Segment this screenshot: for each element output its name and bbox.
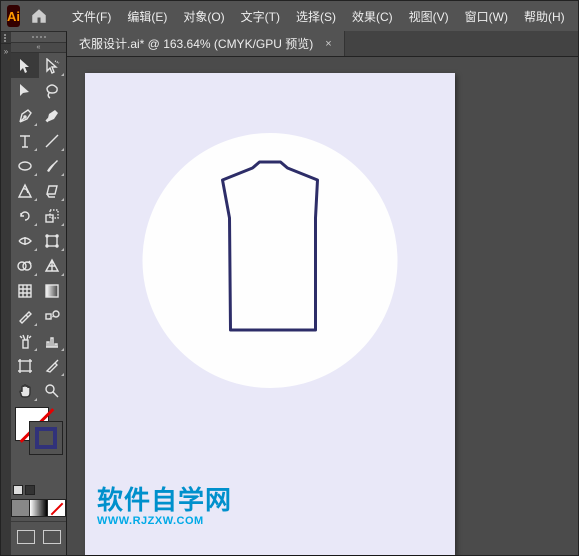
screen-mode-icon[interactable] (43, 530, 61, 544)
gradient-tool[interactable] (39, 278, 67, 303)
artboard-tool[interactable] (11, 353, 39, 378)
artboard: 软件自学网 WWW.RJZXW.COM (85, 73, 455, 555)
menu-type[interactable]: 文字(T) (233, 1, 288, 31)
tool-panel-grip[interactable] (11, 32, 66, 42)
width-tool[interactable] (11, 228, 39, 253)
document-tab[interactable]: 衣服设计.ai* @ 163.64% (CMYK/GPU 预览) × (67, 31, 345, 56)
menu-edit[interactable]: 编辑(E) (119, 1, 175, 31)
document-tab-bar: 衣服设计.ai* @ 163.64% (CMYK/GPU 预览) × (67, 31, 578, 57)
zoom-tool[interactable] (39, 378, 67, 403)
stroke-swatch[interactable] (29, 421, 63, 455)
mesh-tool[interactable] (11, 278, 39, 303)
swap-default-icons (11, 485, 66, 495)
watermark: 软件自学网 WWW.RJZXW.COM (97, 480, 232, 527)
slice-tool[interactable] (39, 353, 67, 378)
direct-selection-tool[interactable] (39, 53, 67, 78)
color-modes-row (11, 499, 66, 517)
panel-dock-strip: » (1, 31, 11, 555)
column-graph-tool[interactable] (39, 328, 67, 353)
app-window: Ai 文件(F) 编辑(E) 对象(O) 文字(T) 选择(S) 效果(C) 视… (0, 0, 579, 556)
symbol-sprayer-tool[interactable] (11, 328, 39, 353)
dock-grip[interactable] (1, 32, 11, 44)
line-segment-tool[interactable] (39, 128, 67, 153)
menu-view[interactable]: 视图(V) (401, 1, 457, 31)
shaper-tool[interactable] (11, 178, 39, 203)
menu-select[interactable]: 选择(S) (288, 1, 344, 31)
main-area: 衣服设计.ai* @ 163.64% (CMYK/GPU 预览) × 软件自学网… (67, 31, 578, 555)
menu-effect[interactable]: 效果(C) (344, 1, 401, 31)
pen-tool[interactable] (11, 103, 39, 128)
menu-bar: Ai 文件(F) 编辑(E) 对象(O) 文字(T) 选择(S) 效果(C) 视… (1, 1, 578, 31)
eraser-tool[interactable] (39, 178, 67, 203)
dock-expand-icon[interactable]: » (1, 44, 11, 58)
menu-file[interactable]: 文件(F) (64, 1, 119, 31)
screen-draw-modes (11, 521, 66, 552)
canvas-area[interactable]: 软件自学网 WWW.RJZXW.COM (67, 57, 578, 555)
watermark-cn: 软件自学网 (97, 480, 232, 517)
selection-tool[interactable] (11, 53, 39, 78)
hand-tool[interactable] (11, 378, 39, 403)
type-tool[interactable] (11, 128, 39, 153)
shape-builder-tool[interactable] (11, 253, 39, 278)
app-body: » « (1, 31, 578, 555)
document-tab-title: 衣服设计.ai* @ 163.64% (CMYK/GPU 预览) (79, 35, 313, 52)
ellipse-tool[interactable] (11, 153, 39, 178)
color-mode-gradient[interactable] (29, 499, 47, 517)
default-fillstroke-icon[interactable] (13, 485, 23, 495)
artwork-vest-outline (213, 158, 328, 336)
lasso-tool[interactable] (39, 78, 67, 103)
color-mode-none[interactable] (47, 499, 66, 517)
paintbrush-tool[interactable] (39, 153, 67, 178)
color-mode-solid[interactable] (11, 499, 29, 517)
magic-wand-tool[interactable] (11, 78, 39, 103)
scale-tool[interactable] (39, 203, 67, 228)
tool-grid (11, 53, 66, 403)
fill-stroke-control[interactable] (11, 403, 66, 463)
close-icon[interactable]: × (325, 38, 331, 50)
perspective-grid-tool[interactable] (39, 253, 67, 278)
free-transform-tool[interactable] (39, 228, 67, 253)
tool-panel: « (11, 31, 67, 555)
eyedropper-tool[interactable] (11, 303, 39, 328)
home-icon[interactable] (30, 5, 48, 27)
swap-fillstroke-icon[interactable] (25, 485, 35, 495)
menu-help[interactable]: 帮助(H) (516, 1, 573, 31)
menu-object[interactable]: 对象(O) (175, 1, 232, 31)
curvature-tool[interactable] (39, 103, 67, 128)
rotate-tool[interactable] (11, 203, 39, 228)
menu-window[interactable]: 窗口(W) (457, 1, 516, 31)
blend-tool[interactable] (39, 303, 67, 328)
app-icon: Ai (7, 5, 20, 27)
draw-mode-normal-icon[interactable] (17, 530, 35, 544)
tool-panel-collapse-icon[interactable]: « (11, 42, 66, 53)
